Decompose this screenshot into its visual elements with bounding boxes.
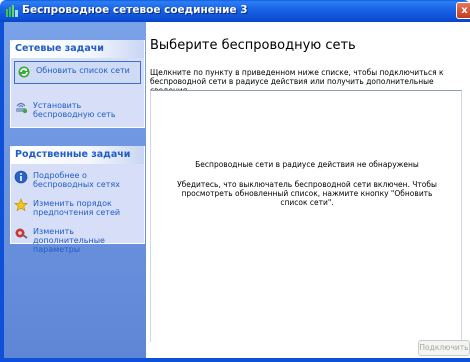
title-bar[interactable]: Беспроводное сетевое соединение 3 x xyxy=(0,0,470,22)
learn-wireless-task[interactable]: Подробнее о беспроводных сетях xyxy=(11,168,144,192)
setup-wireless-network-label: Установить беспроводную сеть xyxy=(33,101,116,119)
related-tasks-panel: Родственные задачи Подробнее о беспровод… xyxy=(10,146,145,254)
main-content: Выберите беспроводную сеть Щелкните по п… xyxy=(146,22,470,358)
setup-wireless-network-task[interactable]: Установить беспроводную сеть xyxy=(11,98,144,122)
no-networks-message: Беспроводные сети в радиусе действия не … xyxy=(195,160,419,169)
page-title: Выберите беспроводную сеть xyxy=(150,38,356,53)
window-frame-bottom xyxy=(0,358,470,362)
refresh-network-list-task[interactable]: Обновить список сети xyxy=(14,61,141,84)
switch-hint-text: Убедитесь, что выключатель беспроводной … xyxy=(177,180,437,207)
info-icon xyxy=(14,170,28,184)
network-tasks-header[interactable]: Сетевые задачи xyxy=(11,40,144,58)
refresh-network-list-label: Обновить список сети xyxy=(36,66,130,75)
related-tasks-header[interactable]: Родственные задачи xyxy=(11,146,144,164)
change-network-order-label: Изменить порядок предпочтения сетей xyxy=(33,199,121,217)
refresh-network-icon xyxy=(18,66,30,78)
wireless-network-list[interactable]: Беспроводные сети в радиусе действия не … xyxy=(150,90,462,342)
task-pane: Сетевые задачи Обновить список сети Уста… xyxy=(4,22,146,358)
change-network-order-task[interactable]: Изменить порядок предпочтения сетей xyxy=(11,196,144,220)
connect-button[interactable]: Подключить xyxy=(418,340,470,356)
wireless-setup-icon xyxy=(16,102,28,114)
change-advanced-settings-task[interactable]: Изменить дополнительные параметры xyxy=(11,224,144,257)
learn-wireless-label: Подробнее о беспроводных сетях xyxy=(33,171,120,189)
close-icon: x xyxy=(461,5,468,16)
close-button[interactable]: x xyxy=(456,2,470,19)
settings-icon xyxy=(15,228,28,239)
network-tasks-panel: Сетевые задачи Обновить список сети Уста… xyxy=(10,40,145,128)
wireless-connection-icon xyxy=(6,5,18,17)
window-title: Беспроводное сетевое соединение 3 xyxy=(22,4,248,16)
change-advanced-settings-label: Изменить дополнительные параметры xyxy=(33,227,105,254)
star-icon xyxy=(14,198,28,212)
